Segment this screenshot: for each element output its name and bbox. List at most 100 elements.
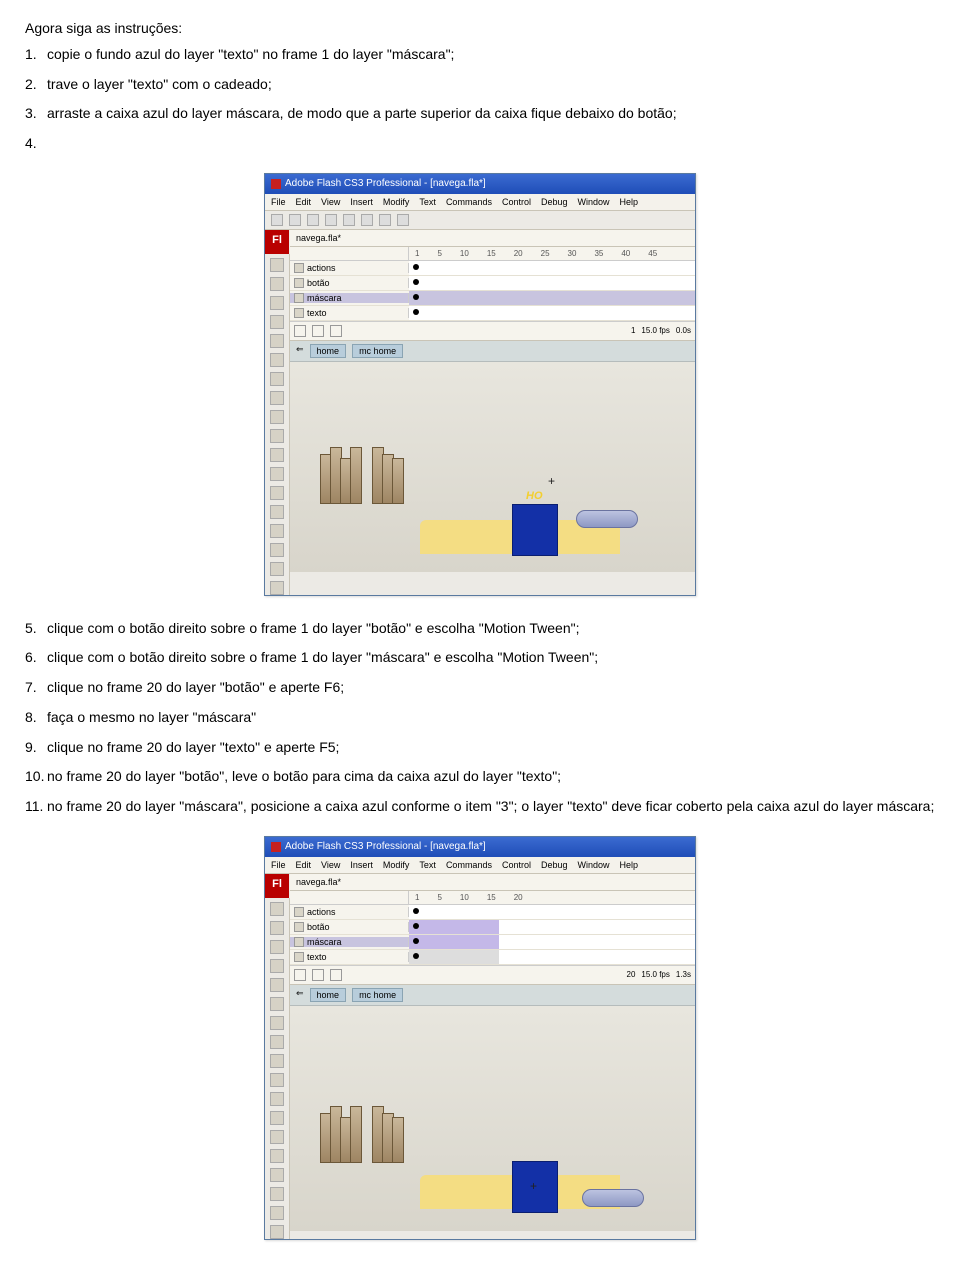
- hand-tool-icon[interactable]: [270, 1168, 284, 1182]
- free-transform-tool-icon[interactable]: [270, 940, 284, 954]
- toolbar-icon[interactable]: [361, 214, 373, 226]
- menu-edit[interactable]: Edit: [296, 197, 312, 207]
- rectangle-tool-icon[interactable]: [270, 391, 284, 405]
- menu-commands[interactable]: Commands: [446, 860, 492, 870]
- fill-color-icon[interactable]: [270, 581, 284, 595]
- layer-track[interactable]: [409, 905, 695, 919]
- toolbar-icon[interactable]: [379, 214, 391, 226]
- blue-mask-box[interactable]: [512, 504, 558, 556]
- lasso-tool-icon[interactable]: [270, 959, 284, 973]
- menu-modify[interactable]: Modify: [383, 197, 410, 207]
- menu-help[interactable]: Help: [620, 197, 639, 207]
- breadcrumb-item[interactable]: mc home: [352, 988, 403, 1002]
- pill-button[interactable]: [576, 510, 638, 528]
- menu-view[interactable]: View: [321, 197, 340, 207]
- layer-row-mascara[interactable]: máscara: [290, 935, 695, 950]
- document-tab[interactable]: navega.fla*: [290, 874, 695, 891]
- brush-tool-icon[interactable]: [270, 429, 284, 443]
- menu-window[interactable]: Window: [578, 860, 610, 870]
- menu-insert[interactable]: Insert: [350, 860, 373, 870]
- menu-edit[interactable]: Edit: [296, 860, 312, 870]
- layer-row-botao[interactable]: botão: [290, 276, 695, 291]
- paint-bucket-tool-icon[interactable]: [270, 467, 284, 481]
- add-folder-icon[interactable]: [312, 969, 324, 981]
- zoom-tool-icon[interactable]: [270, 1187, 284, 1201]
- menu-control[interactable]: Control: [502, 197, 531, 207]
- toolbar-icon[interactable]: [271, 214, 283, 226]
- add-layer-icon[interactable]: [294, 969, 306, 981]
- stroke-color-icon[interactable]: [270, 562, 284, 576]
- menu-text[interactable]: Text: [419, 860, 436, 870]
- pencil-tool-icon[interactable]: [270, 410, 284, 424]
- toolbar-icon[interactable]: [325, 214, 337, 226]
- subselection-tool-icon[interactable]: [270, 921, 284, 935]
- zoom-tool-icon[interactable]: [270, 543, 284, 557]
- toolbar-icon[interactable]: [289, 214, 301, 226]
- eyedropper-tool-icon[interactable]: [270, 486, 284, 500]
- add-layer-icon[interactable]: [294, 325, 306, 337]
- layer-track[interactable]: [409, 950, 695, 964]
- frame-ruler[interactable]: 1 5 10 15 20 25 30 35 40 45: [409, 247, 695, 260]
- hand-tool-icon[interactable]: [270, 524, 284, 538]
- stage-canvas[interactable]: + HO: [290, 362, 695, 572]
- layer-row-texto[interactable]: texto: [290, 950, 695, 965]
- breadcrumb-item[interactable]: mc home: [352, 344, 403, 358]
- frame-ruler[interactable]: 1 5 10 15 20: [409, 891, 695, 904]
- layer-row-actions[interactable]: actions: [290, 905, 695, 920]
- pen-tool-icon[interactable]: [270, 978, 284, 992]
- menu-insert[interactable]: Insert: [350, 197, 373, 207]
- ink-bottle-tool-icon[interactable]: [270, 448, 284, 462]
- layer-track[interactable]: [409, 920, 695, 934]
- toolbar-icon[interactable]: [343, 214, 355, 226]
- menu-bar[interactable]: File Edit View Insert Modify Text Comman…: [265, 194, 695, 211]
- pencil-tool-icon[interactable]: [270, 1054, 284, 1068]
- ink-bottle-tool-icon[interactable]: [270, 1092, 284, 1106]
- pill-button[interactable]: [582, 1189, 644, 1207]
- eraser-tool-icon[interactable]: [270, 505, 284, 519]
- layer-track[interactable]: [409, 306, 695, 320]
- layer-track[interactable]: [409, 261, 695, 275]
- stage-canvas[interactable]: +: [290, 1006, 695, 1231]
- add-folder-icon[interactable]: [312, 325, 324, 337]
- scene-breadcrumb[interactable]: ⇐ home mc home: [290, 341, 695, 362]
- layer-row-texto[interactable]: texto: [290, 306, 695, 321]
- menu-window[interactable]: Window: [578, 197, 610, 207]
- timeline-panel[interactable]: 1 5 10 15 20 actions botão: [290, 891, 695, 985]
- layer-row-botao[interactable]: botão: [290, 920, 695, 935]
- free-transform-tool-icon[interactable]: [270, 296, 284, 310]
- text-tool-icon[interactable]: [270, 353, 284, 367]
- breadcrumb-item[interactable]: home: [310, 344, 347, 358]
- stroke-color-icon[interactable]: [270, 1206, 284, 1220]
- tools-panel[interactable]: [265, 898, 290, 1239]
- menu-view[interactable]: View: [321, 860, 340, 870]
- layer-track[interactable]: [409, 291, 695, 305]
- eyedropper-tool-icon[interactable]: [270, 1130, 284, 1144]
- main-toolbar[interactable]: [265, 211, 695, 230]
- document-tab[interactable]: navega.fla*: [290, 230, 695, 247]
- fill-color-icon[interactable]: [270, 1225, 284, 1239]
- eraser-tool-icon[interactable]: [270, 1149, 284, 1163]
- layer-track[interactable]: [409, 935, 695, 949]
- line-tool-icon[interactable]: [270, 1016, 284, 1030]
- menu-help[interactable]: Help: [620, 860, 639, 870]
- rectangle-tool-icon[interactable]: [270, 1035, 284, 1049]
- scene-breadcrumb[interactable]: ⇐ home mc home: [290, 985, 695, 1006]
- breadcrumb-item[interactable]: home: [310, 988, 347, 1002]
- menu-debug[interactable]: Debug: [541, 860, 568, 870]
- menu-bar[interactable]: File Edit View Insert Modify Text Comman…: [265, 857, 695, 874]
- timeline-panel[interactable]: 1 5 10 15 20 25 30 35 40 45: [290, 247, 695, 341]
- lasso-tool-icon[interactable]: [270, 315, 284, 329]
- line-tool-icon[interactable]: [270, 372, 284, 386]
- selection-tool-icon[interactable]: [270, 902, 284, 916]
- text-tool-icon[interactable]: [270, 997, 284, 1011]
- menu-debug[interactable]: Debug: [541, 197, 568, 207]
- layer-row-mascara[interactable]: máscara: [290, 291, 695, 306]
- pen-tool-icon[interactable]: [270, 334, 284, 348]
- layer-row-actions[interactable]: actions: [290, 261, 695, 276]
- menu-text[interactable]: Text: [419, 197, 436, 207]
- selection-tool-icon[interactable]: [270, 258, 284, 272]
- menu-file[interactable]: File: [271, 860, 286, 870]
- brush-tool-icon[interactable]: [270, 1073, 284, 1087]
- menu-control[interactable]: Control: [502, 860, 531, 870]
- subselection-tool-icon[interactable]: [270, 277, 284, 291]
